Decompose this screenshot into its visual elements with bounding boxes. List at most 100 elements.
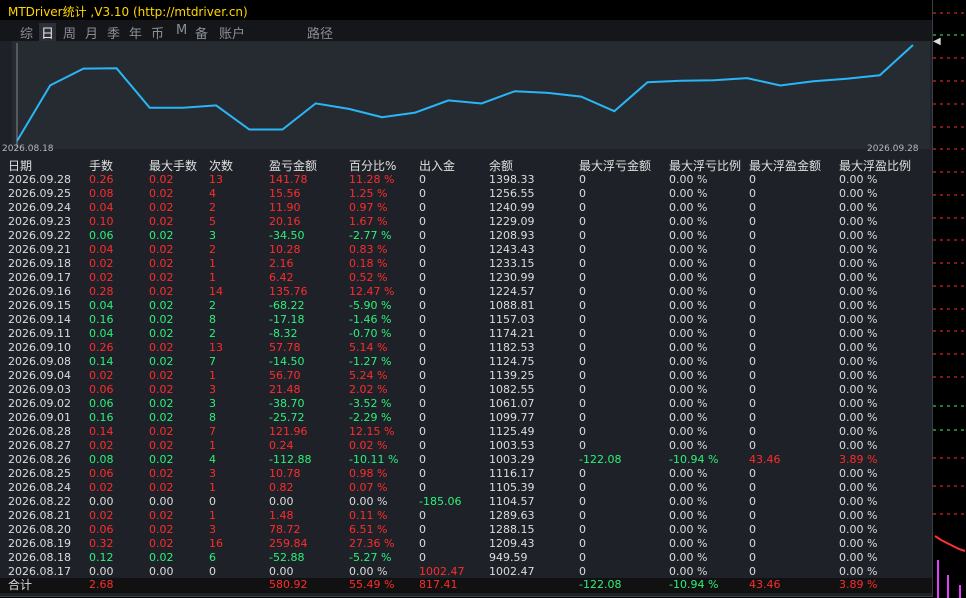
column-header[interactable]: 最大浮盈金额 (749, 157, 821, 174)
table-cell: 0.00 % (669, 285, 708, 298)
table-row[interactable]: 2026.09.04 0.02 0.02 1 56.70 5.24 % 0 1139.25 0 0… (0, 369, 932, 383)
column-header[interactable]: 次数 (209, 157, 233, 174)
table-cell: 2026.09.03 (8, 383, 71, 396)
column-header[interactable]: 余额 (489, 157, 513, 174)
table-row[interactable]: 2026.08.28 0.14 0.02 7 121.96 12.15 % 0 1125.49… (0, 425, 932, 439)
table-cell: 0 (419, 383, 426, 396)
table-cell: 27.36 % (349, 537, 395, 550)
table-cell: 0 (749, 341, 756, 354)
table-row[interactable]: 2026.09.25 0.08 0.02 4 15.56 1.25 % 0 1256.55 0 0… (0, 187, 932, 201)
tab-2[interactable]: 周 (63, 23, 76, 42)
table-cell: 0.83 % (349, 243, 388, 256)
table-row[interactable]: 2026.09.08 0.14 0.02 7 -14.50 -1.27 % 0 1124.75… (0, 355, 932, 369)
table-cell: 0 (419, 187, 426, 200)
table-cell: 1 (209, 509, 216, 522)
table-cell: 0.00 % (839, 243, 878, 256)
table-row[interactable]: 2026.08.17 0.00 0.00 0 0.00 0.00 % 1002.47 1002… (0, 565, 932, 579)
table-row[interactable]: 2026.09.03 0.06 0.02 3 21.48 2.02 % 0 1082.55 0 0… (0, 383, 932, 397)
table-cell: 0 (579, 341, 586, 354)
table-row[interactable]: 2026.09.02 0.06 0.02 3 -38.70 -3.52 % 0 1061.07… (0, 397, 932, 411)
table-row[interactable]: 2026.09.28 0.26 0.02 13 141.78 11.28 % 0 1398.3… (0, 173, 932, 187)
table-row[interactable]: 2026.09.23 0.10 0.02 5 20.16 1.67 % 0 1229.09 0 0… (0, 215, 932, 229)
table-cell: 0.00 % (839, 173, 878, 186)
tab-9[interactable]: 账户 (219, 23, 245, 42)
tab-1[interactable]: 日 (39, 23, 57, 42)
table-cell: 0 (419, 453, 426, 466)
table-cell: 0.00 % (349, 565, 388, 578)
table-row[interactable]: 2026.09.18 0.02 0.02 1 2.16 0.18 % 0 1233.15 0 0.… (0, 257, 932, 271)
table-cell: 15.56 (269, 187, 301, 200)
table-row[interactable]: 2026.08.27 0.02 0.02 1 0.24 0.02 % 0 1003.53 0 0.… (0, 439, 932, 453)
table-cell: 78.72 (269, 523, 301, 536)
column-header[interactable]: 日期 (8, 157, 32, 174)
table-row[interactable]: 2026.09.11 0.04 0.02 2 -8.32 -0.70 % 0 1174.21 0… (0, 327, 932, 341)
table-cell: 0 (419, 313, 426, 326)
column-header[interactable]: 最大浮亏比例 (669, 157, 741, 174)
tab-7[interactable]: M (176, 23, 187, 38)
table-cell: 1289.63 (489, 509, 535, 522)
tab-6[interactable]: 币 (151, 23, 164, 42)
table-row[interactable]: 2026.08.22 0.00 0.00 0 0.00 0.00 % -185.06 1104… (0, 495, 932, 509)
column-header[interactable]: 盈亏金额 (269, 157, 317, 174)
table-cell: 0 (749, 257, 756, 270)
column-header[interactable]: 最大浮盈比例 (839, 157, 911, 174)
table-cell: 2026.09.21 (8, 243, 71, 256)
tab-10[interactable]: 路径 (307, 23, 333, 42)
table-cell: 1116.17 (489, 467, 535, 480)
table-cell: 0.00 % (839, 383, 878, 396)
table-cell: 1124.75 (489, 355, 535, 368)
tab-8[interactable]: 备 (195, 23, 208, 42)
table-cell: 0.02 (149, 341, 174, 354)
pane-collapse-icon[interactable]: ◀ (933, 36, 941, 47)
table-cell: -10.11 % (349, 453, 399, 466)
table-cell: 1240.99 (489, 201, 535, 214)
tab-3[interactable]: 月 (85, 23, 98, 42)
tab-4[interactable]: 季 (107, 23, 120, 42)
table-row[interactable]: 2026.09.15 0.04 0.02 2 -68.22 -5.90 % 0 1088.81… (0, 299, 932, 313)
table-cell: 0.00 % (669, 355, 708, 368)
table-cell: 0.00 % (839, 537, 878, 550)
table-cell: 0.00 % (839, 327, 878, 340)
table-row[interactable]: 2026.09.22 0.06 0.02 3 -34.50 -2.77 % 0 1208.93… (0, 229, 932, 243)
column-header[interactable]: 手数 (89, 157, 113, 174)
table-cell: 56.70 (269, 369, 301, 382)
column-header[interactable]: 最大浮亏金额 (579, 157, 651, 174)
table-row[interactable]: 2026.09.17 0.02 0.02 1 6.42 0.52 % 0 1230.99 0 0.… (0, 271, 932, 285)
table-cell: 1208.93 (489, 229, 535, 242)
table-cell: 3.89 % (839, 453, 878, 466)
table-row[interactable]: 2026.09.21 0.04 0.02 2 10.28 0.83 % 0 1243.43 0 0… (0, 243, 932, 257)
table-cell: 0 (419, 243, 426, 256)
tab-5[interactable]: 年 (129, 23, 142, 42)
chart-date-end: 2026.09.28 (867, 144, 919, 154)
table-cell: -1.27 % (349, 355, 392, 368)
column-header[interactable]: 最大手数 (149, 157, 197, 174)
table-row[interactable]: 2026.09.16 0.28 0.02 14 135.76 12.47 % 0 1224.5… (0, 285, 932, 299)
table-cell: 0 (749, 243, 756, 256)
table-row[interactable]: 2026.09.01 0.16 0.02 8 -25.72 -2.29 % 0 1099.77… (0, 411, 932, 425)
table-row[interactable]: 2026.09.14 0.16 0.02 8 -17.18 -1.46 % 0 1157.03… (0, 313, 932, 327)
table-row[interactable]: 2026.08.24 0.02 0.02 1 0.82 0.07 % 0 1105.39 0 0.… (0, 481, 932, 495)
table-cell: 121.96 (269, 425, 308, 438)
table-cell: 10.28 (269, 243, 301, 256)
table-row[interactable]: 2026.08.19 0.32 0.02 16 259.84 27.36 % 0 1209.4… (0, 537, 932, 551)
table-row[interactable]: 2026.08.26 0.08 0.02 4 -112.88 -10.11 % 0 1003.… (0, 453, 932, 467)
table-row[interactable]: 2026.08.20 0.06 0.02 3 78.72 6.51 % 0 1288.15 0 0… (0, 523, 932, 537)
tab-0[interactable]: 综 (20, 23, 33, 42)
table-row[interactable]: 2026.08.25 0.06 0.02 3 10.78 0.98 % 0 1116.17 0 0… (0, 467, 932, 481)
table-cell: 2026.09.08 (8, 355, 71, 368)
table-cell: -8.32 (269, 327, 298, 340)
table-row[interactable]: 2026.09.10 0.26 0.02 13 57.78 5.14 % 0 1182.53 0… (0, 341, 932, 355)
table-cell: 0 (579, 495, 586, 508)
table-cell: 0.00 % (669, 481, 708, 494)
table-row[interactable]: 2026.08.21 0.02 0.02 1 1.48 0.11 % 0 1289.63 0 0.… (0, 509, 932, 523)
column-header[interactable]: 百分比% (349, 157, 396, 174)
table-cell: 0.00 (269, 565, 294, 578)
column-header[interactable]: 出入金 (419, 157, 455, 174)
table-cell: 0.07 % (349, 481, 388, 494)
table-cell: 0 (419, 425, 426, 438)
table-cell: 0.00 % (669, 243, 708, 256)
table-row[interactable]: 2026.08.18 0.12 0.02 6 -52.88 -5.27 % 0 949.59 0… (0, 551, 932, 565)
table-row[interactable]: 2026.09.24 0.04 0.02 2 11.90 0.97 % 0 1240.99 0 0… (0, 201, 932, 215)
table-cell: 1 (209, 271, 216, 284)
table-cell: 0.06 (89, 397, 114, 410)
